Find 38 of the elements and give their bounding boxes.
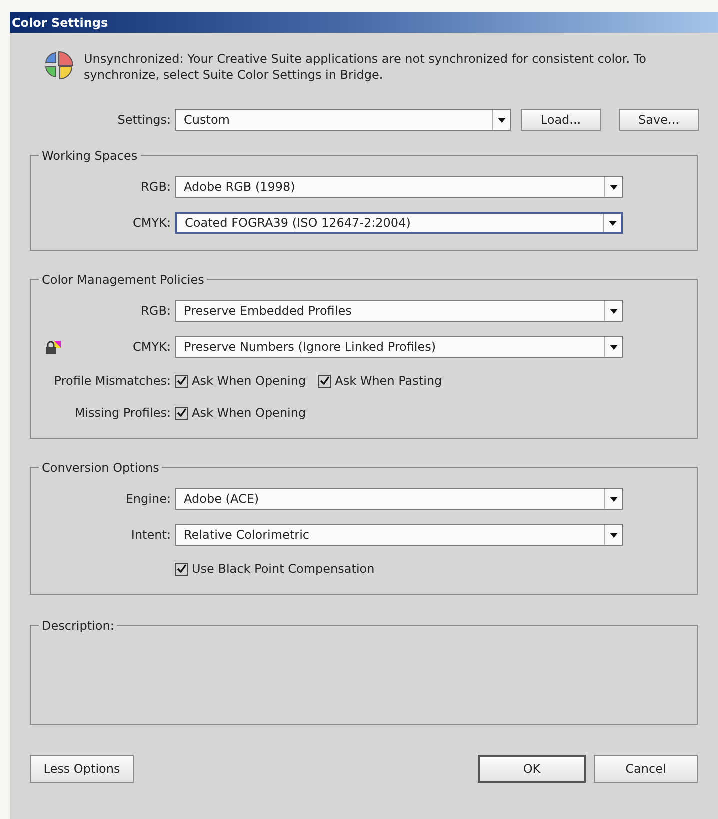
caret-icon [608,220,616,226]
dropdown[interactable]: Relative Colorimetric [175,524,623,546]
dropdown[interactable]: Adobe (ACE) [175,488,623,510]
checkbox-label: Use Black Point Compensation [192,561,375,578]
checkbox[interactable] [175,406,188,420]
field-label: CMYK: [132,215,172,232]
field-label: Profile Mismatches: [53,373,172,390]
caret-icon [610,184,618,190]
caret-icon [498,118,506,122]
dropdown[interactable]: Coated FOGRA39 (ISO 12647-2:2004) [175,212,623,234]
field-label: Engine: [124,491,172,508]
field-label: CMYK: [132,339,172,356]
caret-icon [610,532,618,538]
checkbox[interactable] [175,562,188,576]
checkbox-label: Ask When Pasting [335,373,442,390]
dropdown[interactable]: Preserve Numbers (Ignore Linked Profiles) [175,336,623,358]
field-label: Settings: [116,112,172,129]
checkbox[interactable] [175,374,188,388]
dropdown[interactable]: Preserve Embedded Profiles [175,300,623,322]
warning-message: Unsynchronized: Your Creative Suite applications are not synchronized for consistent color. To synchronize, select Suite Color Settings in Bridge. [84,51,648,83]
field-label: Intent: [130,527,172,544]
caret-icon [610,308,618,314]
caret-icon [610,496,618,502]
window-title: Color Settings [12,14,108,32]
dropdown[interactable]: Custom [175,109,511,131]
caret-icon [610,344,618,350]
field-label: Missing Profiles: [74,405,172,422]
checkbox-label: Ask When Opening [192,405,306,422]
field-label: RGB: [140,179,172,196]
checkbox-label: Ask When Opening [192,373,306,390]
push-button[interactable]: Less Options [30,755,134,783]
push-button[interactable]: Cancel [594,755,698,783]
checkbox[interactable] [318,374,332,388]
push-button[interactable]: Load... [521,109,601,131]
push-button[interactable]: Save... [619,109,699,131]
dropdown[interactable]: Adobe RGB (1998) [175,176,623,198]
push-button[interactable]: OK [478,755,586,783]
field-label: RGB: [140,303,172,320]
